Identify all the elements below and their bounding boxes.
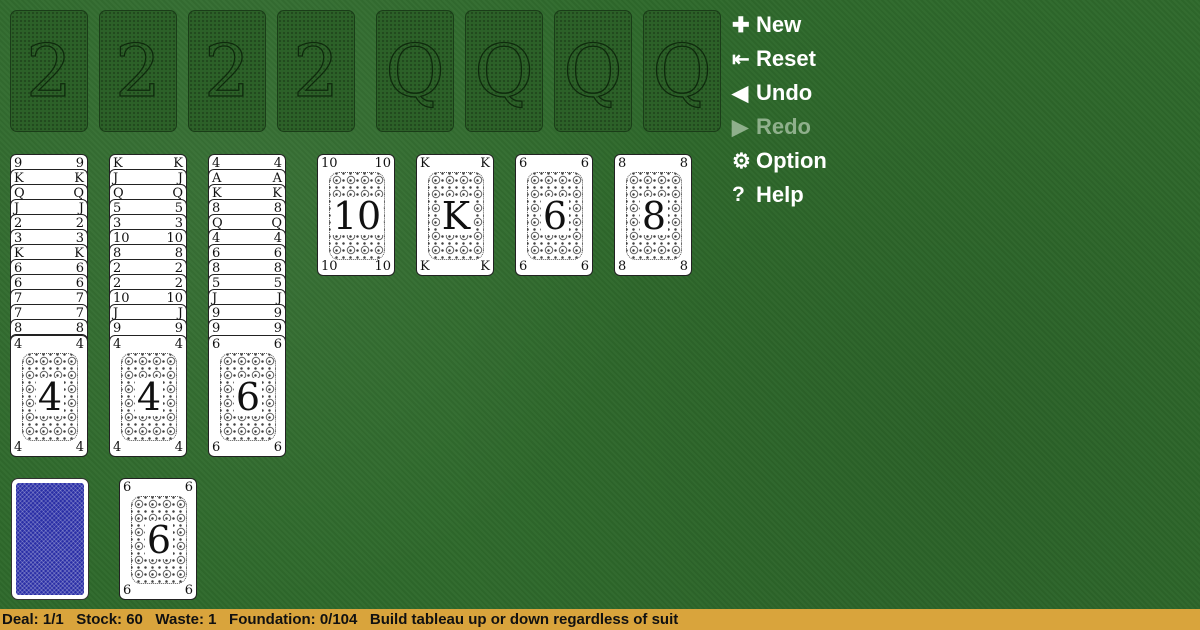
card-corner-rank: 6 [123,480,132,495]
playing-card[interactable]: 6 6 6 6 6 [515,154,593,276]
card-face-ornament: 4 [121,353,177,441]
undo-icon: ◀ [732,81,749,105]
foundation-rank-placeholder: Q [474,29,534,113]
card-corner-rank: 4 [14,440,23,455]
card-corner-rank: 6 [519,259,528,274]
menu-label: Reset [756,46,816,71]
card-corner-rank: 8 [618,259,627,274]
status-bar: Deal: 1/1 Stock: 60 Waste: 1 Foundation:… [0,609,1200,630]
card-center-rank: 6 [233,375,263,419]
card-corner-rank: 10 [374,259,391,274]
card-corner-rank: 10 [321,156,338,171]
playing-card[interactable]: 8 8 8 8 8 [614,154,692,276]
card-corner-rank: 6 [184,480,193,495]
card-corner-rank: 9 [212,321,221,336]
menu-option-button[interactable]: ⚙ Option [732,144,827,178]
menu-new-button[interactable]: ✚ New [732,8,827,42]
foundation-slot[interactable]: 2 [99,10,177,132]
card-corner-rank: 6 [273,440,282,455]
playing-card[interactable]: 4 4 4 4 4 [109,335,187,457]
card-corner-rank: 8 [679,156,688,171]
playing-card[interactable]: 6 6 6 6 6 [119,478,197,600]
menu-label: New [756,12,802,37]
card-face-ornament: 6 [527,172,583,260]
card-face-ornament: 8 [626,172,682,260]
card-center-rank: 10 [330,194,384,238]
card-corner-rank: 6 [184,583,193,598]
card-center-rank: 6 [540,194,570,238]
card-corner-rank: 6 [519,156,528,171]
card-corner-rank: K [480,259,490,274]
card-face-ornament: 10 [329,172,385,260]
card-face-ornament: 4 [22,353,78,441]
foundation-rank-placeholder: 2 [292,29,339,113]
foundation-slot[interactable]: 2 [10,10,88,132]
card-corner-rank: 9 [113,321,122,336]
foundation-rank-placeholder: Q [652,29,712,113]
card-corner-rank: 4 [113,440,122,455]
foundation-slot[interactable]: Q [465,10,543,132]
foundation-slot[interactable]: Q [376,10,454,132]
playing-card[interactable]: 4 4 4 4 4 [10,335,88,457]
card-face-ornament: 6 [220,353,276,441]
card-corner-rank: 8 [618,156,627,171]
foundation-slot[interactable]: Q [554,10,632,132]
card-corner-rank: 4 [75,440,84,455]
card-corner-rank: 6 [580,156,589,171]
menu-label: Undo [756,80,813,105]
card-corner-rank: 9 [273,321,282,336]
card-corner-rank: 4 [174,440,183,455]
card-center-rank: K [439,194,473,238]
card-corner-rank: 9 [174,321,183,336]
card-center-rank: 4 [134,375,164,419]
reset-icon: ⇤ [732,47,750,71]
card-corner-rank: K [420,156,430,171]
card-back-pattern [16,483,84,595]
help-icon: ? [732,183,745,206]
card-corner-rank: K [420,259,430,274]
foundation-slot[interactable]: 2 [277,10,355,132]
playing-card[interactable]: 6 6 6 6 6 [208,335,286,457]
foundation-rank-placeholder: 2 [114,29,161,113]
foundation-rank-placeholder: 2 [25,29,72,113]
card-face-ornament: 6 [131,496,187,584]
redo-icon: ▶ [732,115,749,139]
card-center-rank: 4 [35,375,65,419]
card-corner-rank: 8 [679,259,688,274]
menu-undo-button[interactable]: ◀ Undo [732,76,827,110]
card-corner-rank: 6 [580,259,589,274]
gear-icon: ⚙ [732,149,751,173]
stock-pile[interactable] [11,478,89,600]
card-corner-rank: 4 [174,337,183,352]
menu-label: Help [756,182,804,207]
card-corner-rank: K [480,156,490,171]
menu-label: Redo [756,114,811,139]
foundation-rank-placeholder: 2 [203,29,250,113]
card-center-rank: 8 [639,194,669,238]
card-corner-rank: 6 [123,583,132,598]
menu-label: Option [756,148,827,173]
foundation-slot[interactable]: Q [643,10,721,132]
playing-card[interactable]: K K K K K [416,154,494,276]
menu-help-button[interactable]: ? Help [732,178,827,212]
foundation-slot[interactable]: 2 [188,10,266,132]
menu-reset-button[interactable]: ⇤ Reset [732,42,827,76]
playing-card[interactable]: 10 10 10 10 10 [317,154,395,276]
card-corner-rank: 6 [212,337,221,352]
card-corner-rank: 6 [212,440,221,455]
game-menu: ✚ New ⇤ Reset ◀ Undo ▶ Redo ⚙ Option? Help [732,8,827,212]
foundation-rank-placeholder: Q [385,29,445,113]
card-corner-rank: 6 [273,337,282,352]
menu-redo-button[interactable]: ▶ Redo [732,110,827,144]
foundation-rank-placeholder: Q [563,29,623,113]
card-corner-rank: 10 [374,156,391,171]
card-corner-rank: 4 [14,337,23,352]
card-center-rank: 6 [144,518,174,562]
card-corner-rank: 10 [321,259,338,274]
card-corner-rank: 4 [75,337,84,352]
card-face-ornament: K [428,172,484,260]
plus-icon: ✚ [732,13,750,37]
card-corner-rank: 4 [113,337,122,352]
